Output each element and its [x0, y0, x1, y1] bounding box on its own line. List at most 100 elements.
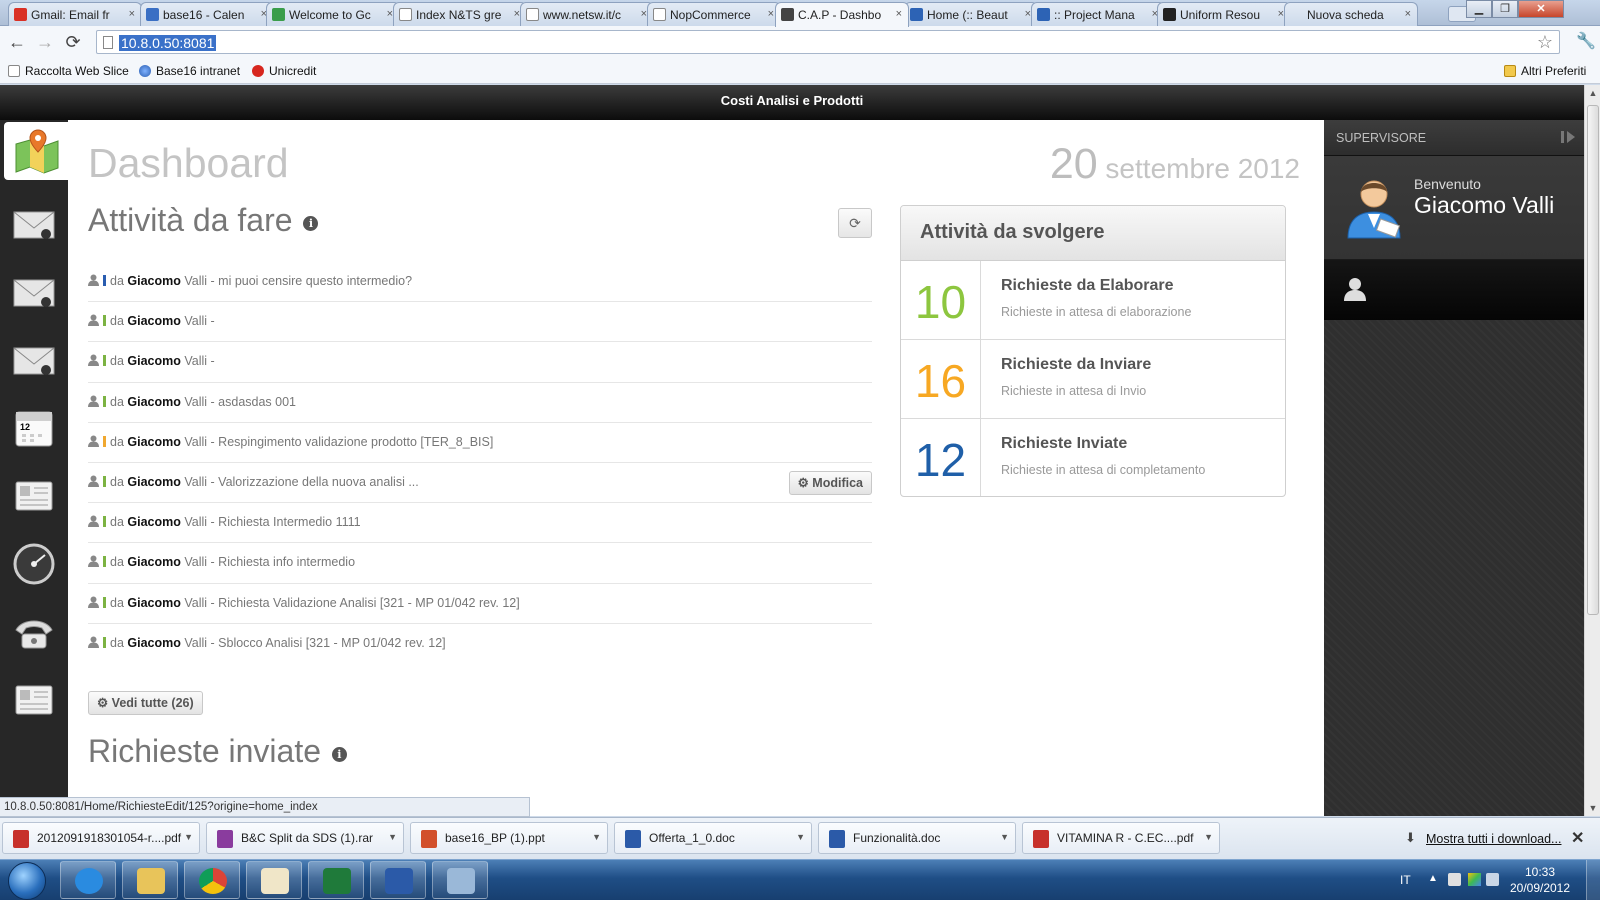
- language-indicator[interactable]: IT: [1400, 873, 1411, 887]
- mail-icon[interactable]: [10, 268, 58, 316]
- chevron-down-icon[interactable]: ▼: [1000, 832, 1009, 842]
- google-drive-icon[interactable]: [1468, 873, 1481, 886]
- nav-home[interactable]: [4, 122, 68, 180]
- task-count: 16: [901, 340, 981, 419]
- scroll-down-arrow-icon[interactable]: ▼: [1585, 800, 1600, 816]
- activity-row[interactable]: da Giacomo Valli - Richiesta Validazione…: [88, 584, 872, 624]
- other-bookmarks[interactable]: Altri Preferiti: [1504, 64, 1586, 78]
- browser-tab[interactable]: NopCommerce ×: [647, 2, 781, 26]
- reload-icon[interactable]: ⟳: [62, 31, 84, 53]
- address-bar[interactable]: 10.8.0.50:8081 ☆: [96, 30, 1560, 54]
- activity-row[interactable]: da Giacomo Valli - Respingimento validaz…: [88, 423, 872, 463]
- chevron-down-icon[interactable]: ▼: [796, 832, 805, 842]
- tab-title: Gmail: Email fr: [31, 8, 110, 22]
- mail-icon[interactable]: [10, 200, 58, 248]
- forward-arrow-icon[interactable]: →: [34, 31, 56, 53]
- mail-icon[interactable]: [10, 336, 58, 384]
- download-item[interactable]: Offerta_1_0.doc ▼: [614, 822, 812, 854]
- close-tab-icon[interactable]: ×: [896, 8, 902, 20]
- refresh-button[interactable]: ⟳: [838, 208, 872, 238]
- activity-row[interactable]: da Giacomo Valli -: [88, 342, 872, 383]
- task-title[interactable]: Richieste da Elaborare: [1001, 277, 1174, 295]
- taskbar-app-button[interactable]: [370, 861, 426, 899]
- activity-row[interactable]: da Giacomo Valli - mi puoi censire quest…: [88, 262, 872, 303]
- user-profile-icon[interactable]: [1342, 276, 1368, 302]
- network-icon[interactable]: [1486, 873, 1499, 886]
- activity-row[interactable]: da Giacomo Valli - asdasdas 001: [88, 383, 872, 423]
- browser-tab[interactable]: base16 - Calen ×: [140, 2, 274, 26]
- task-row[interactable]: 12 Richieste Inviate Richieste in attesa d…: [901, 419, 1285, 496]
- browser-tab[interactable]: Uniform Resou ×: [1157, 2, 1291, 26]
- bookmark-raccolta[interactable]: Raccolta Web Slice: [8, 64, 129, 78]
- chevron-down-icon[interactable]: ▼: [592, 832, 601, 842]
- close-tab-icon[interactable]: ×: [129, 8, 135, 20]
- browser-tab[interactable]: C.A.P - Dashbo ×: [775, 2, 909, 27]
- task-row[interactable]: 16 Richieste da Inviare Richieste in attes…: [901, 340, 1285, 419]
- taskbar-app-button[interactable]: [184, 861, 240, 899]
- bookmark-star-icon[interactable]: ☆: [1537, 32, 1553, 53]
- maximize-button[interactable]: ❐: [1492, 0, 1518, 18]
- taskbar-app-button[interactable]: [246, 861, 302, 899]
- wrench-icon[interactable]: 🔧: [1576, 31, 1596, 51]
- task-title[interactable]: Richieste Inviate: [1001, 435, 1127, 453]
- activity-row[interactable]: da Giacomo Valli - Valorizzazione della …: [88, 463, 872, 504]
- close-window-button[interactable]: ✕: [1518, 0, 1564, 18]
- taskbar-app-button[interactable]: [122, 861, 178, 899]
- task-subtitle: Richieste in attesa di completamento: [1001, 463, 1206, 477]
- speaker-icon[interactable]: [1448, 873, 1461, 886]
- tab-title: Uniform Resou: [1180, 8, 1261, 22]
- back-arrow-icon[interactable]: ←: [6, 31, 28, 53]
- activity-row[interactable]: da Giacomo Valli - Richiesta info interm…: [88, 543, 872, 584]
- download-item[interactable]: base16_BP (1).ppt ▼: [410, 822, 608, 854]
- start-button[interactable]: [8, 862, 46, 900]
- close-tab-icon[interactable]: ×: [768, 8, 774, 20]
- phone-icon[interactable]: [10, 608, 58, 656]
- scroll-thumb[interactable]: [1587, 105, 1599, 615]
- chevron-down-icon[interactable]: ▼: [184, 832, 193, 842]
- browser-tab[interactable]: Gmail: Email fr ×: [8, 2, 142, 26]
- clock[interactable]: 10:33 20/09/2012: [1504, 864, 1576, 896]
- calendar-icon[interactable]: 12: [10, 404, 58, 452]
- info-icon[interactable]: i: [303, 216, 319, 231]
- close-downloads-button[interactable]: ✕: [1571, 828, 1584, 848]
- minimize-button[interactable]: ▁: [1466, 0, 1492, 18]
- see-all-button[interactable]: ⚙ Vedi tutte (26): [88, 691, 203, 715]
- document-icon[interactable]: [10, 472, 58, 520]
- taskbar-app-button[interactable]: [308, 861, 364, 899]
- download-item[interactable]: 2012091918301054-r....pdf ▼: [2, 822, 200, 854]
- browser-tab[interactable]: Index N&TS gre ×: [393, 2, 527, 26]
- info-icon[interactable]: i: [331, 747, 347, 762]
- bookmark-base16[interactable]: Base16 intranet: [139, 64, 240, 78]
- taskbar-app-button[interactable]: [60, 861, 116, 899]
- scroll-up-arrow-icon[interactable]: ▲: [1585, 85, 1600, 101]
- browser-tab[interactable]: Home (:: Beaut ×: [904, 2, 1038, 26]
- tray-expand-icon[interactable]: ▲: [1428, 873, 1441, 886]
- chevron-down-icon[interactable]: ▼: [1204, 832, 1213, 842]
- chevron-down-icon[interactable]: ▼: [388, 832, 397, 842]
- activity-row[interactable]: da Giacomo Valli -: [88, 302, 872, 343]
- taskbar-app-button[interactable]: [432, 861, 488, 899]
- activity-row[interactable]: da Giacomo Valli - Richiesta Intermedio …: [88, 503, 872, 544]
- browser-tab[interactable]: Welcome to Gc ×: [266, 2, 400, 26]
- file-explorer-icon: [137, 868, 165, 894]
- show-all-downloads-link[interactable]: Mostra tutti i download...: [1426, 832, 1561, 846]
- page-scrollbar[interactable]: ▲ ▼: [1584, 85, 1600, 816]
- browser-tab[interactable]: www.netsw.it/c ×: [520, 2, 654, 26]
- address-url[interactable]: 10.8.0.50:8081: [119, 35, 217, 51]
- downloads-shelf: 2012091918301054-r....pdf ▼ B&C Split da S…: [0, 817, 1600, 859]
- browser-tab[interactable]: :: Project Mana ×: [1031, 2, 1165, 26]
- task-title[interactable]: Richieste da Inviare: [1001, 356, 1151, 374]
- bookmark-unicredit[interactable]: Unicredit: [252, 64, 316, 78]
- edit-button[interactable]: ⚙ Modifica: [788, 470, 872, 495]
- download-item[interactable]: B&C Split da SDS (1).rar ▼: [206, 822, 404, 854]
- collapse-panel-icon[interactable]: [1560, 130, 1576, 144]
- document-icon[interactable]: [10, 676, 58, 724]
- gauge-icon[interactable]: [10, 540, 58, 588]
- close-tab-icon[interactable]: ×: [1405, 8, 1411, 20]
- browser-tab[interactable]: Nuova scheda ×: [1284, 2, 1418, 26]
- download-item[interactable]: Funzionalità.doc ▼: [818, 822, 1016, 854]
- download-item[interactable]: VITAMINA R - C.EC....pdf ▼: [1022, 822, 1220, 854]
- activity-row[interactable]: da Giacomo Valli - Sblocco Analisi [321 …: [88, 624, 872, 664]
- show-desktop-button[interactable]: [1586, 860, 1600, 900]
- task-row[interactable]: 10 Richieste da Elaborare Richieste in att…: [901, 261, 1285, 340]
